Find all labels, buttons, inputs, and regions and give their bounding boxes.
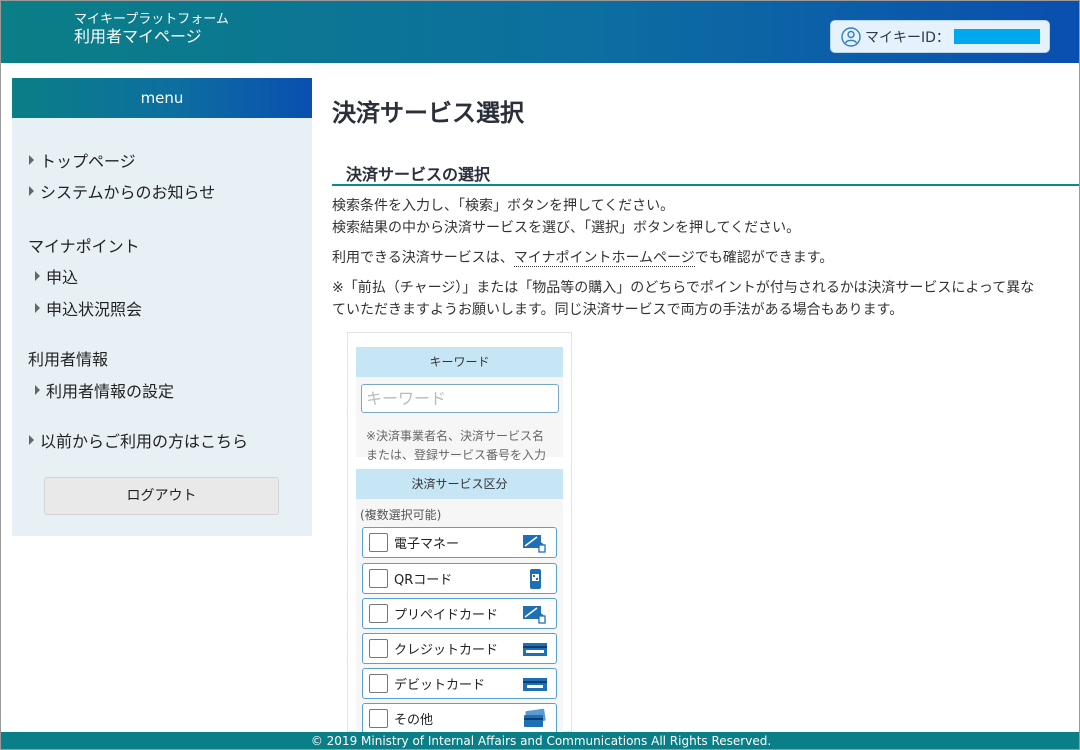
debit-card-icon: [523, 677, 547, 691]
brand-title: 利用者マイページ: [74, 26, 202, 46]
arrow-right-icon: [29, 155, 34, 165]
multi-select-note: (複数選択可能): [360, 508, 442, 522]
option-debit-card[interactable]: デビットカード: [362, 668, 557, 699]
checkbox[interactable]: [369, 569, 388, 588]
prepaid-card-icon: [523, 605, 546, 624]
site-header: マイキープラットフォーム 利用者マイページ マイキーID：: [1, 1, 1079, 63]
search-panel: キーワード ※決済事業者名、決済サービス名 または、登録サービス番号を入力 決済…: [347, 332, 572, 734]
option-label: その他: [394, 713, 434, 728]
mynapoint-homepage-link[interactable]: マイナポイントホームページ: [513, 250, 695, 267]
arrow-right-icon: [35, 303, 40, 313]
brand-subtitle: マイキープラットフォーム: [74, 12, 229, 27]
checkbox[interactable]: [369, 604, 388, 623]
sidebar-item-application-status[interactable]: 申込状況照会: [35, 296, 142, 320]
sidebar-item-label: 以前からご利用の方はこちら: [40, 432, 249, 451]
sidebar-group-mynapoint: マイナポイント: [28, 237, 140, 256]
my-key-id-masked-value: [953, 29, 1040, 44]
menu-header: menu: [12, 78, 312, 118]
emoney-card-icon: [523, 534, 546, 553]
keyword-header: キーワード: [356, 347, 563, 377]
sidebar-item-label: トップページ: [40, 152, 136, 171]
qr-phone-icon: [530, 568, 541, 589]
available-suffix: でも確認ができます。: [694, 250, 834, 266]
option-credit-card[interactable]: クレジットカード: [362, 633, 557, 664]
sidebar-item-label: 利用者情報の設定: [46, 382, 175, 401]
logout-button[interactable]: ログアウト: [44, 477, 279, 515]
sidebar-item-apply[interactable]: 申込: [35, 264, 78, 288]
option-label: QRコード: [394, 573, 453, 588]
service-type-section: 決済サービス区分 (複数選択可能) 電子マネー QRコード プリペイドカード ク…: [356, 469, 563, 734]
arrow-right-icon: [29, 186, 34, 196]
user-icon: [841, 26, 861, 47]
keyword-input[interactable]: [361, 384, 559, 413]
my-key-id-label: マイキーID：: [865, 29, 950, 46]
checkbox[interactable]: [369, 674, 388, 693]
option-label: クレジットカード: [394, 643, 499, 658]
available-prefix: 利用できる決済サービスは、: [332, 250, 514, 266]
page-title: 決済サービス選択: [332, 99, 524, 127]
sidebar-item-previous-users[interactable]: 以前からご利用の方はこちら: [29, 428, 248, 452]
sidebar-menu: menu トップページ システムからのお知らせ マイナポイント 申込 申込状況照…: [12, 78, 312, 536]
sidebar-group-user-info: 利用者情報: [28, 350, 109, 369]
checkbox[interactable]: [369, 709, 388, 728]
sidebar-item-label: システムからのお知らせ: [40, 183, 216, 202]
available-services-text: 利用できる決済サービスは、マイナポイントホームページでも確認ができます。: [332, 247, 833, 267]
checkbox[interactable]: [369, 639, 388, 658]
service-type-header: 決済サービス区分: [356, 469, 563, 499]
note-text: ていただきますようお願いします。同じ決済サービスで両方の手法がある場合もあります…: [332, 302, 904, 318]
brand[interactable]: マイキープラットフォーム 利用者マイページ: [74, 12, 229, 46]
site-footer: © 2019 Ministry of Internal Affairs and …: [1, 732, 1079, 749]
sidebar-item-label: 申込状況照会: [46, 300, 143, 319]
my-key-id-badge: マイキーID：: [830, 20, 1050, 53]
other-cards-icon: [524, 708, 546, 727]
option-other[interactable]: その他: [362, 703, 557, 734]
checkbox[interactable]: [369, 533, 388, 552]
sidebar-item-system-notices[interactable]: システムからのお知らせ: [29, 179, 215, 203]
keyword-section: キーワード ※決済事業者名、決済サービス名 または、登録サービス番号を入力: [356, 347, 563, 462]
sidebar-item-top-page[interactable]: トップページ: [29, 148, 136, 172]
note-text: ※「前払（チャージ）」または「物品等の購入」のどちらでポイントが付与されるかは決…: [332, 280, 1035, 296]
sidebar-item-label: 申込: [46, 268, 79, 287]
option-label: プリペイドカード: [394, 608, 499, 623]
arrow-right-icon: [29, 435, 34, 445]
keyword-note-line: または、登録サービス番号を入力: [366, 448, 547, 462]
option-emoney[interactable]: 電子マネー: [362, 527, 557, 558]
instruction-text: 検索条件を入力し、「検索」ボタンを押してください。: [332, 198, 675, 214]
instruction-text: 検索結果の中から決済サービスを選び、「選択」ボタンを押してください。: [332, 220, 801, 236]
option-label: デビットカード: [394, 678, 486, 693]
credit-card-icon: [523, 642, 547, 656]
arrow-right-icon: [35, 385, 40, 395]
arrow-right-icon: [35, 271, 40, 281]
option-prepaid-card[interactable]: プリペイドカード: [362, 598, 557, 629]
app-window: マイキープラットフォーム 利用者マイページ マイキーID： menu トップペー…: [0, 0, 1080, 750]
section-title: 決済サービスの選択: [332, 161, 1079, 186]
keyword-note-line: ※決済事業者名、決済サービス名: [366, 429, 545, 443]
keyword-note: ※決済事業者名、決済サービス名 または、登録サービス番号を入力: [366, 427, 546, 465]
option-qr-code[interactable]: QRコード: [362, 563, 557, 594]
option-label: 電子マネー: [394, 537, 460, 552]
sidebar-item-user-settings[interactable]: 利用者情報の設定: [35, 378, 174, 402]
